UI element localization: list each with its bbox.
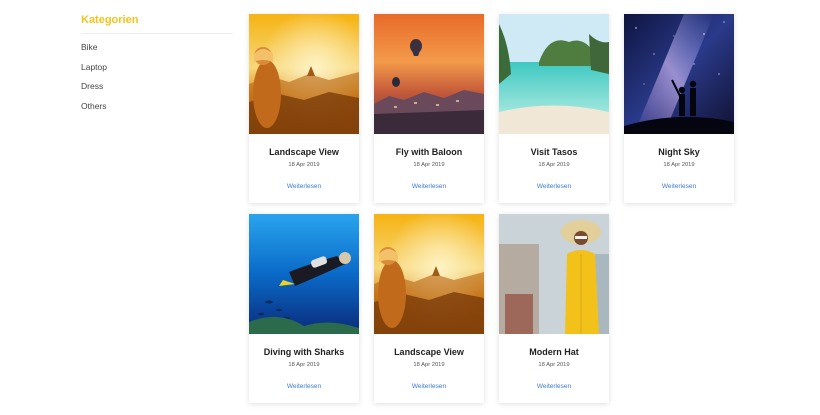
post-date: 18 Apr 2019 [413,362,445,368]
hot-air-balloon-image[interactable] [374,14,484,134]
post-title: Landscape View [269,147,339,157]
post-date: 18 Apr 2019 [288,162,320,168]
post-card: Landscape View 18 Apr 2019 Weiterlesen [249,14,359,203]
post-title: Visit Tasos [530,147,578,157]
post-date: 18 Apr 2019 [413,162,445,168]
post-date: 18 Apr 2019 [288,362,320,368]
post-date: 18 Apr 2019 [538,362,570,368]
read-more-link[interactable]: Weiterlesen [374,382,484,391]
sidebar-title: Kategorien [81,14,139,26]
post-date: 18 Apr 2019 [538,162,570,168]
category-item-bike[interactable]: Bike [81,38,233,58]
post-card: Diving with Sharks 18 Apr 2019 Weiterles… [249,214,359,403]
category-item-laptop[interactable]: Laptop [81,58,233,78]
read-more-link[interactable]: Weiterlesen [249,182,359,191]
post-card: Landscape View 18 Apr 2019 Weiterlesen [374,214,484,403]
post-title: Night Sky [658,147,700,157]
post-title: Fly with Baloon [395,147,463,157]
read-more-link[interactable]: Weiterlesen [499,182,609,191]
woman-hat-image[interactable] [499,214,609,334]
category-item-dress[interactable]: Dress [81,77,233,97]
read-more-link[interactable]: Weiterlesen [374,182,484,191]
post-title: Diving with Sharks [263,347,345,357]
post-title: Landscape View [394,347,464,357]
category-sidebar: Kategorien Bike Laptop Dress Others [81,13,233,116]
landscape-sunset-image[interactable] [249,14,359,134]
milky-way-image[interactable] [624,14,734,134]
post-card: Visit Tasos 18 Apr 2019 Weiterlesen [499,14,609,203]
post-card: Fly with Baloon 18 Apr 2019 Weiterlesen [374,14,484,203]
read-more-link[interactable]: Weiterlesen [249,382,359,391]
post-date: 18 Apr 2019 [663,162,695,168]
category-item-others[interactable]: Others [81,97,233,117]
sidebar-divider [81,33,233,34]
read-more-link[interactable]: Weiterlesen [624,182,734,191]
tropical-beach-image[interactable] [499,14,609,134]
post-title: Modern Hat [529,347,579,357]
post-card: Night Sky 18 Apr 2019 Weiterlesen [624,14,734,203]
read-more-link[interactable]: Weiterlesen [499,382,609,391]
landscape-sunset-image[interactable] [374,214,484,334]
post-card: Modern Hat 18 Apr 2019 Weiterlesen [499,214,609,403]
scuba-diver-image[interactable] [249,214,359,334]
